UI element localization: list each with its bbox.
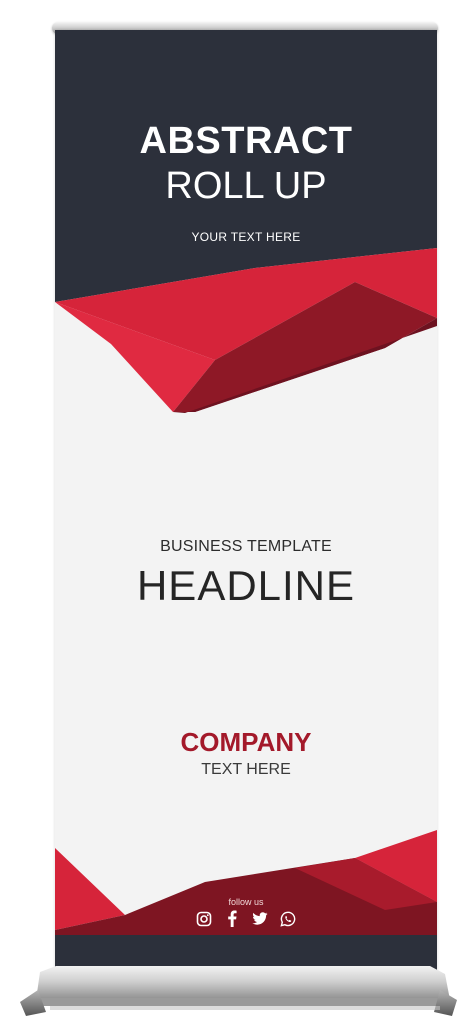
whatsapp-icon (280, 910, 297, 927)
company-name: COMPANY (180, 727, 312, 757)
roll-up-banner-stand: ABSTRACT ROLL UP YOUR TEXT HERE BUSINESS… (0, 0, 457, 1027)
banner-title-main: ABSTRACT (139, 120, 353, 162)
banner-panel: ABSTRACT ROLL UP YOUR TEXT HERE BUSINESS… (55, 30, 437, 975)
banner-title-sub: ROLL UP (165, 165, 327, 207)
facebook-icon (224, 910, 241, 927)
instagram-icon (196, 910, 213, 927)
banner-base-stand (20, 966, 457, 1016)
business-label: BUSINESS TEMPLATE (160, 538, 332, 555)
social-icons (55, 910, 437, 927)
twitter-icon (252, 910, 269, 927)
follow-label: follow us (228, 897, 264, 907)
company-text: TEXT HERE (201, 761, 291, 778)
headline: HEADLINE (136, 562, 356, 609)
banner-tagline: YOUR TEXT HERE (191, 230, 301, 244)
